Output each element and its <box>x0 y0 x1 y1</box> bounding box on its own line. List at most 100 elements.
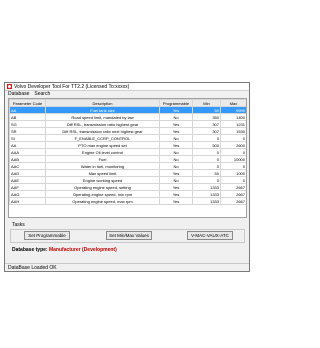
table-row[interactable]: AAB Fuel No 0 10000 <box>9 155 246 163</box>
column-header-min[interactable]: Min <box>192 99 221 107</box>
column-header-description[interactable]: Description <box>45 99 160 107</box>
cell-description: Fuel tank size <box>45 106 160 114</box>
cell-programmable: No <box>159 162 193 170</box>
cell-min: 307 <box>192 120 221 128</box>
database-type-value: Manufacturer (Development) <box>48 247 117 253</box>
cell-description: Operating engine speed, setting <box>45 183 160 191</box>
table-row[interactable]: AAH Operating engine speed, max rpm Yes 133… <box>9 197 246 205</box>
cell-description: Water in fuel, monitoring <box>45 162 160 170</box>
cell-parameter-code: AAB <box>9 155 46 163</box>
menu-database[interactable]: Database <box>8 91 29 97</box>
cell-description: Diff RSL, transmission ratio next highes… <box>45 127 160 135</box>
cell-programmable: No <box>159 113 193 121</box>
cell-description: Road speed limit, mandated by law <box>45 113 160 121</box>
cell-max: 10000 <box>220 155 246 163</box>
set-programmable-button[interactable]: Set Programmable <box>24 231 70 240</box>
status-text: DataBase Loaded OK <box>8 265 57 271</box>
cell-parameter-code: AA <box>9 141 46 149</box>
vmac-vaux-atc-button[interactable]: V-MAC-VAUX-ATC <box>187 231 233 240</box>
cell-description: Operating engine speed, min rpm <box>45 190 160 198</box>
cell-min: 1333 <box>192 190 221 198</box>
main-window: Volvo Developer Tool For TT2.2 (Licensed… <box>4 82 250 272</box>
cell-programmable: Yes <box>159 120 193 128</box>
table-row[interactable]: AB Road speed limit, mandated by law No 350… <box>9 113 246 121</box>
title-bar: Volvo Developer Tool For TT2.2 (Licensed… <box>5 83 249 91</box>
cell-description: Fuel <box>45 155 160 163</box>
table-row[interactable]: AAD Max speed limit Yes 50 1000 <box>9 169 246 177</box>
cell-max: 0 <box>220 148 246 156</box>
cell-programmable: Yes <box>159 127 193 135</box>
menu-search[interactable]: Search <box>34 91 50 97</box>
cell-max: 2667 <box>220 190 246 198</box>
cell-min: 350 <box>192 113 221 121</box>
table-row[interactable]: SG Diff RSL, transmission ratio highest g… <box>9 120 246 128</box>
cell-parameter-code: AAC <box>9 162 46 170</box>
table-header-row: Parameter Code Description Programmable … <box>9 99 246 107</box>
cell-max: 1231 <box>220 120 246 128</box>
cell-min: 0 <box>192 134 221 142</box>
cell-min: 50 <box>192 106 221 114</box>
cell-programmable: Yes <box>159 183 193 191</box>
cell-programmable: No <box>159 176 193 184</box>
cell-min: 1333 <box>192 183 221 191</box>
cell-min: 0 <box>192 162 221 170</box>
cell-description: Engine working speed <box>45 176 160 184</box>
table-row[interactable]: AAE Engine working speed No 0 0 <box>9 176 246 184</box>
cell-description: PTO max engine speed set <box>45 141 160 149</box>
set-min-max-values-button[interactable]: Set Min/Max Values <box>106 231 152 240</box>
cell-min: 1333 <box>192 197 221 205</box>
cell-parameter-code: AAA <box>9 148 46 156</box>
column-header-max[interactable]: Max <box>220 99 246 107</box>
cell-description: Max speed limit <box>45 169 160 177</box>
tasks-label: Tasks <box>12 222 25 228</box>
cell-programmable: Yes <box>159 106 193 114</box>
cell-max: 1000 <box>220 169 246 177</box>
cell-description: F_ENABLE_CCRP_CONTROL <box>45 134 160 142</box>
cell-parameter-code: AAD <box>9 169 46 177</box>
cell-min: 50 <box>192 169 221 177</box>
cell-max: 2600 <box>220 141 246 149</box>
cell-parameter-code: AB <box>9 113 46 121</box>
table-row[interactable]: AAA Engine Oil level control No 0 0 <box>9 148 246 156</box>
cell-max: 2667 <box>220 183 246 191</box>
cell-programmable: No <box>159 148 193 156</box>
column-header-parameter-code[interactable]: Parameter Code <box>9 99 46 107</box>
cell-parameter-code: AA <box>9 106 46 114</box>
table-row[interactable]: AAF Operating engine speed, setting Yes 133… <box>9 183 246 191</box>
cell-programmable: Yes <box>159 141 193 149</box>
cell-max: 0 <box>220 162 246 170</box>
table-row[interactable]: AAC Water in fuel, monitoring No 0 0 <box>9 162 246 170</box>
cell-max: 2667 <box>220 197 246 205</box>
cell-min: 500 <box>192 141 221 149</box>
cell-parameter-code: AAE <box>9 176 46 184</box>
table-row[interactable]: AA Fuel tank size Yes 50 9999 <box>9 106 246 114</box>
cell-max: 0 <box>220 176 246 184</box>
database-type: Database type: Manufacturer (Development… <box>12 247 117 253</box>
table-row[interactable]: AA PTO max engine speed set Yes 500 2600 <box>9 141 246 149</box>
cell-description: Diff RSL, transmission ratio highest gea… <box>45 120 160 128</box>
cell-parameter-code: AAH <box>9 197 46 205</box>
cell-programmable: No <box>159 134 193 142</box>
table-row[interactable]: SR Diff RSL, transmission ratio next high… <box>9 127 246 135</box>
cell-parameter-code: SG <box>9 120 46 128</box>
cell-programmable: Yes <box>159 190 193 198</box>
table-row[interactable]: SI F_ENABLE_CCRP_CONTROL No 0 0 <box>9 134 246 142</box>
cell-min: 0 <box>192 148 221 156</box>
database-type-label: Database type: <box>12 247 48 253</box>
cell-max: 1530 <box>220 127 246 135</box>
cell-parameter-code: AAG <box>9 190 46 198</box>
cell-min: 307 <box>192 127 221 135</box>
column-header-programmable[interactable]: Programmable <box>159 99 193 107</box>
status-bar: DataBase Loaded OK <box>5 263 249 271</box>
cell-min: 0 <box>192 155 221 163</box>
cell-max: 9999 <box>220 106 246 114</box>
cell-description: Operating engine speed, max rpm <box>45 197 160 205</box>
cell-max: 0 <box>220 134 246 142</box>
cell-programmable: Yes <box>159 169 193 177</box>
cell-parameter-code: SI <box>9 134 46 142</box>
window-title: Volvo Developer Tool For TT2.2 (Licensed… <box>14 83 130 90</box>
table-row[interactable]: AAG Operating engine speed, min rpm Yes 133… <box>9 190 246 198</box>
parameter-table: Parameter Code Description Programmable … <box>8 98 247 218</box>
cell-min: 0 <box>192 176 221 184</box>
cell-parameter-code: AAF <box>9 183 46 191</box>
